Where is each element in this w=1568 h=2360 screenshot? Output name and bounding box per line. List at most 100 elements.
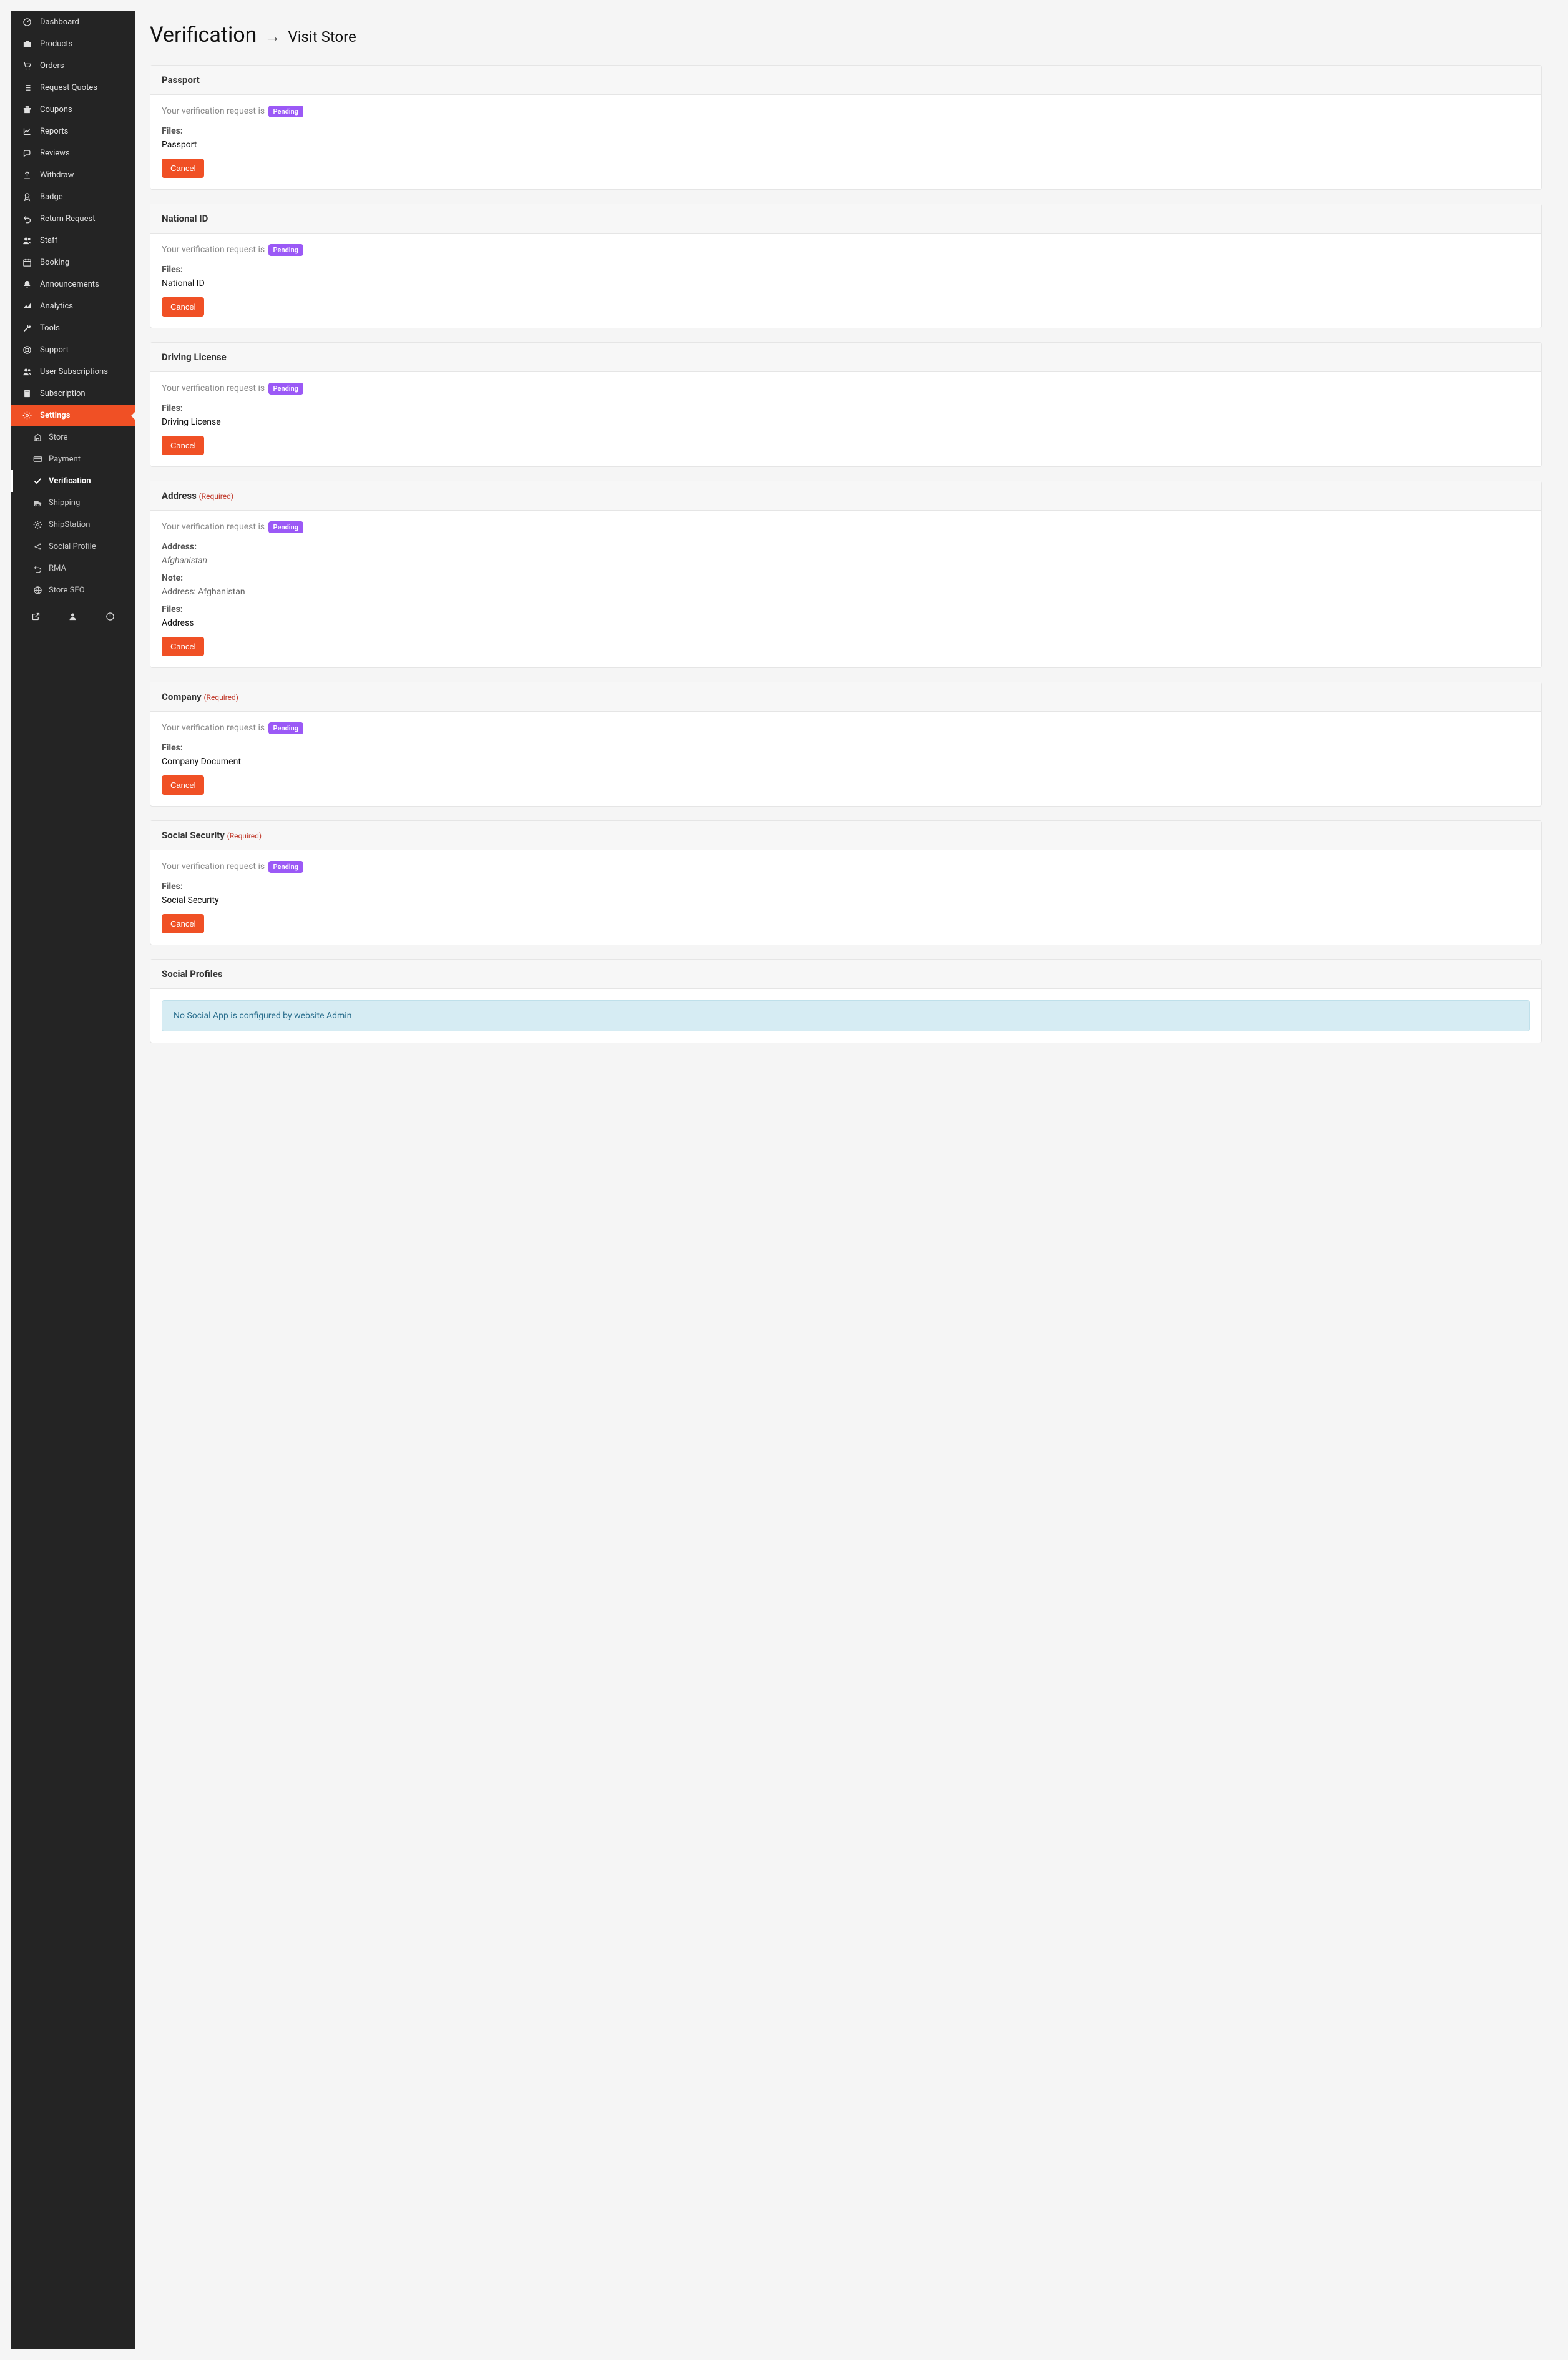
file-name: Passport [162,140,1530,150]
sidebar-bottom-icons [11,604,135,631]
sidebar-item-support[interactable]: Support [11,339,135,361]
user-icon[interactable] [68,612,77,624]
sidebar-item-label: Coupons [40,105,72,114]
sidebar-item-label: Announcements [40,280,99,289]
cancel-button[interactable]: Cancel [162,775,204,795]
status-prefix: Your verification request is [162,522,267,532]
sidebar-item-withdraw[interactable]: Withdraw [11,164,135,186]
sidebar-item-label: Analytics [40,302,73,311]
area-chart-icon [20,302,34,311]
sidebar-item-request-quotes[interactable]: Request Quotes [11,77,135,99]
sidebar-item-label: Reviews [40,149,70,158]
submenu-item-shipstation[interactable]: ShipStation [11,514,135,536]
sidebar-item-label: Tools [40,323,60,333]
card-title: Social Security [162,830,225,841]
sidebar-item-label: Staff [40,236,57,245]
sidebar-item-coupons[interactable]: Coupons [11,99,135,120]
sidebar-item-staff[interactable]: Staff [11,230,135,252]
files-label: Files: [162,265,1530,275]
undo-icon [31,564,44,573]
status-line: Your verification request is Pending [162,383,1530,393]
submenu-item-store[interactable]: Store [11,426,135,448]
submenu-item-social-profile[interactable]: Social Profile [11,536,135,558]
social-profiles-header: Social Profiles [150,960,1541,989]
gear-icon [20,411,34,420]
status-line: Your verification request is Pending [162,245,1530,255]
file-name: Driving License [162,417,1530,427]
files-label: Files: [162,403,1530,413]
sidebar-item-label: Support [40,345,69,355]
sidebar-item-reviews[interactable]: Reviews [11,142,135,164]
submenu-item-rma[interactable]: RMA [11,558,135,579]
dashboard-icon [20,17,34,27]
card-title: Passport [162,74,200,86]
sidebar-item-orders[interactable]: Orders [11,55,135,77]
cancel-button[interactable]: Cancel [162,297,204,317]
cancel-button[interactable]: Cancel [162,637,204,656]
required-label: (Required) [227,832,262,840]
required-label: (Required) [199,492,233,501]
address-value: Afghanistan [162,556,1530,566]
card-title: Company [162,691,202,702]
sidebar-item-settings[interactable]: Settings [11,405,135,426]
sidebar-item-user-subscriptions[interactable]: User Subscriptions [11,361,135,383]
page-header: Verification → Visit Store [150,22,1542,47]
power-icon[interactable] [105,612,115,624]
social-profiles-card: Social Profiles No Social App is configu… [150,959,1542,1043]
verification-card-passport: Passport Your verification request is Pen… [150,65,1542,190]
sidebar-item-dashboard[interactable]: Dashboard [11,11,135,33]
submenu-item-payment[interactable]: Payment [11,448,135,470]
globe-icon [31,586,44,595]
sidebar-item-booking[interactable]: Booking [11,252,135,273]
card-header: Driving License [150,343,1541,372]
verification-card-national-id: National ID Your verification request is … [150,204,1542,328]
submenu-item-label: Verification [49,476,91,486]
status-prefix: Your verification request is [162,723,267,733]
book-icon [20,389,34,398]
card-header: National ID [150,204,1541,234]
status-line: Your verification request is Pending [162,106,1530,116]
visit-store-link[interactable]: Visit Store [288,28,356,46]
external-link-icon[interactable] [31,612,41,624]
submenu-item-verification[interactable]: Verification [11,470,135,492]
chart-icon [20,127,34,136]
status-line: Your verification request is Pending [162,723,1530,733]
sidebar-item-label: Settings [40,411,70,420]
sidebar-item-products[interactable]: Products [11,33,135,55]
building-icon [31,433,44,442]
sidebar-item-subscription[interactable]: Subscription [11,383,135,405]
status-badge: Pending [268,521,304,533]
sidebar-item-label: Request Quotes [40,83,97,92]
status-badge: Pending [268,722,304,734]
file-name: National ID [162,278,1530,288]
main-content: Verification → Visit Store Passport Your … [135,11,1557,2349]
submenu-item-label: Store [49,433,67,442]
gift-icon [20,105,34,114]
card-title: Address [162,490,197,501]
sidebar-item-analytics[interactable]: Analytics [11,295,135,317]
sidebar-item-tools[interactable]: Tools [11,317,135,339]
upload-icon [20,170,34,180]
card-header: Address (Required) [150,481,1541,511]
cancel-button[interactable]: Cancel [162,914,204,933]
card-header: Passport [150,66,1541,95]
submenu-item-label: ShipStation [49,520,90,529]
cancel-button[interactable]: Cancel [162,159,204,178]
card-title: National ID [162,213,208,224]
submenu-item-label: Store SEO [49,586,85,595]
gear-icon [31,520,44,529]
file-name: Address [162,618,1530,628]
status-badge: Pending [268,861,304,873]
sidebar-item-return-request[interactable]: Return Request [11,208,135,230]
files-label: Files: [162,743,1530,753]
sidebar-item-badge[interactable]: Badge [11,186,135,208]
status-badge: Pending [268,244,304,256]
submenu-item-store-seo[interactable]: Store SEO [11,579,135,601]
arrow-right-icon: → [264,27,280,46]
sidebar-item-label: Booking [40,258,69,267]
status-badge: Pending [268,383,304,395]
cancel-button[interactable]: Cancel [162,436,204,455]
sidebar-item-announcements[interactable]: Announcements [11,273,135,295]
sidebar-item-reports[interactable]: Reports [11,120,135,142]
submenu-item-shipping[interactable]: Shipping [11,492,135,514]
